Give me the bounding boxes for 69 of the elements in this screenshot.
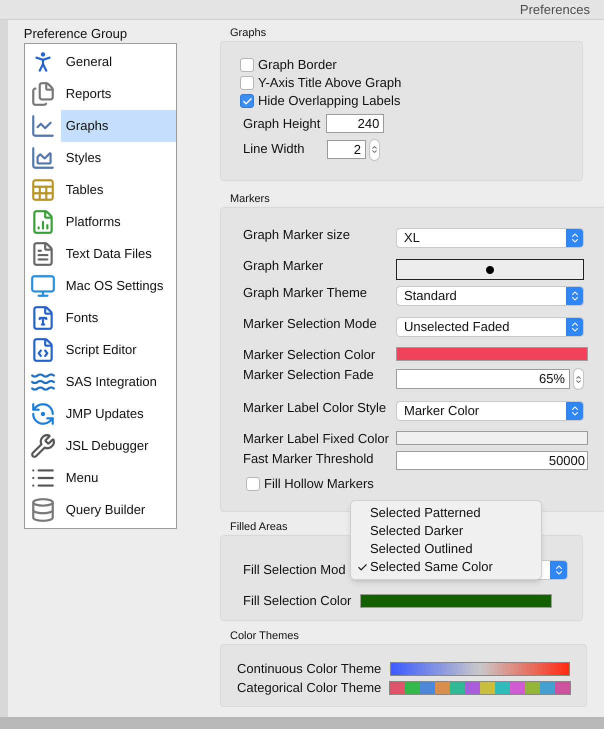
color-swatch[interactable] bbox=[396, 347, 588, 361]
checkbox[interactable]: Y-Axis Title Above Graph bbox=[240, 74, 582, 92]
dropdown-option[interactable]: Selected Same Color bbox=[370, 557, 493, 577]
field-label: Graph Marker size bbox=[243, 227, 351, 243]
sidebar-item[interactable]: Graphs bbox=[60, 110, 176, 142]
checkbox[interactable]: Graph Border bbox=[240, 56, 582, 74]
color-swatch[interactable] bbox=[396, 431, 588, 445]
sidebar-item[interactable]: Script Editor bbox=[60, 334, 176, 366]
chevrons-icon bbox=[574, 374, 583, 384]
field-label: Line Width bbox=[243, 140, 306, 158]
window-title: Preferences bbox=[520, 0, 590, 19]
checkbox[interactable]: Hide Overlapping Labels bbox=[240, 92, 582, 110]
sidebar-title: Preference Group bbox=[24, 26, 128, 42]
wrench-icon bbox=[30, 433, 56, 459]
field-label: Graph Marker Theme bbox=[243, 285, 368, 301]
field-label: Marker Label Color Style bbox=[243, 400, 388, 416]
area-chart-icon bbox=[30, 145, 56, 171]
field-label: Fast Marker Threshold bbox=[243, 451, 375, 467]
checkmark-icon bbox=[242, 96, 252, 106]
dropdown[interactable]: Standard bbox=[396, 286, 584, 306]
dropdown-option[interactable]: Selected Darker bbox=[370, 521, 464, 541]
chevrons-icon bbox=[370, 145, 379, 154]
monitor-icon bbox=[30, 273, 56, 299]
dropdown[interactable]: Unselected Faded bbox=[396, 317, 584, 337]
field-label: Fill Selection Mod bbox=[243, 560, 347, 579]
field-label: Marker Selection Fade bbox=[243, 367, 375, 383]
sidebar-item[interactable]: Mac OS Settings bbox=[60, 270, 176, 302]
field-label: Marker Selection Mode bbox=[243, 316, 378, 332]
documents-icon bbox=[30, 81, 56, 107]
dropdown[interactable]: XL bbox=[396, 228, 584, 248]
refresh-icon bbox=[30, 401, 56, 427]
number-field[interactable]: 50000 bbox=[396, 451, 588, 470]
sidebar-item[interactable]: Platforms bbox=[60, 206, 176, 238]
field-label: Marker Label Fixed Color bbox=[243, 431, 390, 447]
dropdown[interactable]: Marker Color bbox=[396, 401, 584, 421]
sidebar-item[interactable]: Styles bbox=[60, 142, 176, 174]
field-label: Fill Selection Color bbox=[243, 592, 352, 610]
stepper[interactable] bbox=[573, 368, 584, 390]
color-swatch[interactable] bbox=[360, 594, 552, 608]
field-label: Graph Height bbox=[243, 115, 320, 133]
line-chart-icon bbox=[30, 113, 56, 139]
sidebar-item[interactable]: Reports bbox=[60, 78, 176, 110]
field-label: Graph Marker bbox=[243, 258, 324, 274]
sidebar-item[interactable]: Menu bbox=[60, 462, 176, 494]
dropdown-option[interactable]: Selected Patterned bbox=[370, 503, 481, 523]
stepper[interactable] bbox=[369, 138, 380, 160]
number-field[interactable]: 240 bbox=[326, 114, 384, 134]
gradient-bar[interactable] bbox=[390, 662, 570, 676]
spreadsheet-icon bbox=[30, 177, 56, 203]
number-field[interactable]: 2 bbox=[327, 140, 366, 159]
sidebar-item[interactable]: General bbox=[60, 46, 176, 78]
sidebar-item[interactable]: JMP Updates bbox=[60, 398, 176, 430]
sidebar-item[interactable]: Tables bbox=[60, 174, 176, 206]
number-field[interactable]: 65% bbox=[396, 369, 570, 389]
sidebar-item[interactable]: SAS Integration bbox=[60, 366, 176, 398]
dropdown-option[interactable]: Selected Outlined bbox=[370, 539, 473, 559]
sidebar-item[interactable]: Query Builder bbox=[60, 494, 176, 526]
section-title: Filled Areas bbox=[230, 521, 288, 534]
field-label: Categorical Color Theme bbox=[237, 678, 382, 697]
section-title: Markers bbox=[230, 193, 270, 206]
checkbox[interactable]: Fill Hollow Markers bbox=[246, 475, 604, 493]
field-label: Marker Selection Color bbox=[243, 347, 376, 363]
database-icon bbox=[30, 497, 56, 523]
section-title: Graphs bbox=[230, 27, 266, 40]
field-label: Continuous Color Theme bbox=[237, 660, 382, 678]
sidebar-item[interactable]: Text Data Files bbox=[60, 238, 176, 270]
section-title: Color Themes bbox=[230, 630, 299, 643]
sidebar-item[interactable]: Fonts bbox=[60, 302, 176, 334]
sidebar-item[interactable]: JSL Debugger bbox=[60, 430, 176, 462]
